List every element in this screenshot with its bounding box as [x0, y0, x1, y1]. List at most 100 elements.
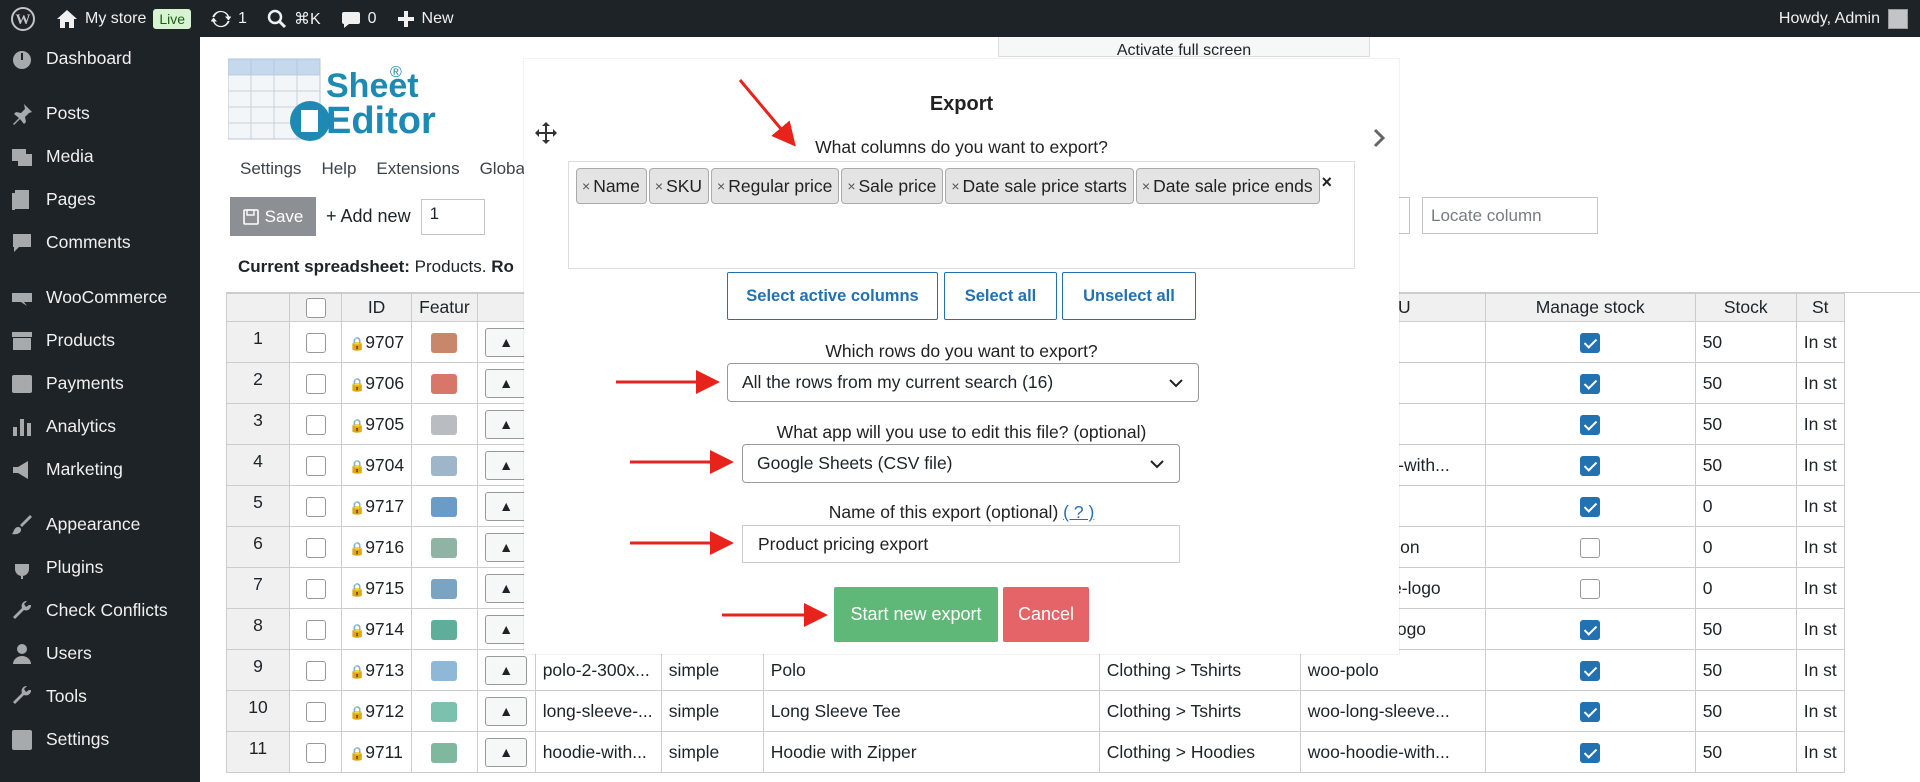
manage-stock-checkbox[interactable]	[1580, 742, 1601, 763]
sku-cell[interactable]: woo-hoodie-with...	[1299, 731, 1486, 773]
remove-tag-icon[interactable]: ×	[951, 178, 959, 194]
upload-icon[interactable]: ▲	[485, 491, 528, 521]
columns-select[interactable]: × Name × SKU × Regular price × Sale price × Date …	[568, 161, 1355, 269]
search-link[interactable]: ⌘K	[257, 0, 331, 37]
export-name-input[interactable]: Product pricing export	[742, 525, 1180, 563]
select-all-checkbox[interactable]	[305, 298, 326, 319]
upload-icon[interactable]: ▲	[485, 409, 528, 439]
manage-stock-checkbox[interactable]	[1580, 660, 1601, 681]
select-active-columns-button[interactable]: Select active columns	[727, 272, 938, 320]
sidebar-item-plugins[interactable]: Plugins	[0, 546, 200, 589]
status-cell[interactable]: In st	[1795, 608, 1845, 650]
status-cell[interactable]: In st	[1795, 321, 1845, 363]
sidebar-item-products[interactable]: Products	[0, 319, 200, 362]
cancel-button[interactable]: Cancel	[1003, 587, 1089, 642]
stock-cell[interactable]: 50	[1694, 731, 1797, 773]
status-cell[interactable]: In st	[1795, 403, 1845, 445]
remove-tag-icon[interactable]: ×	[847, 178, 855, 194]
row-checkbox[interactable]	[305, 414, 326, 435]
manage-stock-checkbox[interactable]	[1580, 496, 1601, 517]
add-new-count-input[interactable]: 1	[420, 198, 485, 235]
category-cell[interactable]: Clothing > Tshirts	[1098, 690, 1301, 732]
sidebar-item-dashboard[interactable]: Dashboard	[0, 37, 200, 80]
status-cell[interactable]: In st	[1795, 526, 1845, 568]
row-checkbox[interactable]	[305, 537, 326, 558]
row-checkbox[interactable]	[305, 578, 326, 599]
site-name-link[interactable]: My store Live	[46, 0, 201, 37]
stock-cell[interactable]: 50	[1694, 444, 1797, 486]
featured-image-cell[interactable]	[411, 403, 478, 445]
plugin-nav-item[interactable]: Extensions	[376, 159, 459, 179]
featured-image-cell[interactable]	[411, 649, 478, 691]
upload-icon[interactable]: ▲	[485, 614, 528, 644]
sidebar-item-media[interactable]: Media	[0, 135, 200, 178]
updates-link[interactable]: 1	[201, 0, 257, 37]
sidebar-item-pages[interactable]: Pages	[0, 178, 200, 221]
upload-icon[interactable]: ▲	[485, 655, 528, 685]
sidebar-item-tools[interactable]: Tools	[0, 675, 200, 718]
upload-icon[interactable]: ▲	[485, 532, 528, 562]
remove-tag-icon[interactable]: ×	[655, 178, 663, 194]
featured-image-cell[interactable]	[411, 444, 478, 486]
wordpress-logo-icon[interactable]: W	[0, 0, 46, 37]
stock-cell[interactable]: 0	[1694, 567, 1797, 609]
row-checkbox[interactable]	[305, 660, 326, 681]
file-cell[interactable]: polo-2-300x...	[534, 649, 662, 691]
row-checkbox[interactable]	[305, 455, 326, 476]
featured-image-cell[interactable]	[411, 731, 478, 773]
locate-column-input[interactable]: Locate column	[1422, 197, 1598, 234]
row-checkbox[interactable]	[305, 701, 326, 722]
sidebar-item-payments[interactable]: Payments	[0, 362, 200, 405]
row-checkbox[interactable]	[305, 332, 326, 353]
column-header[interactable]: ID	[340, 293, 413, 322]
sidebar-item-marketing[interactable]: Marketing	[0, 448, 200, 491]
help-link[interactable]: ( ? )	[1063, 502, 1094, 522]
upload-icon[interactable]: ▲	[485, 327, 528, 357]
sidebar-item-users[interactable]: Users	[0, 632, 200, 675]
comments-link[interactable]: 0	[331, 0, 387, 37]
sku-cell[interactable]: woo-polo	[1299, 649, 1486, 691]
stock-cell[interactable]: 50	[1694, 362, 1797, 404]
manage-stock-checkbox[interactable]	[1580, 578, 1601, 599]
featured-image-cell[interactable]	[411, 690, 478, 732]
featured-image-cell[interactable]	[411, 526, 478, 568]
remove-tag-icon[interactable]: ×	[717, 178, 725, 194]
stock-cell[interactable]: 50	[1694, 403, 1797, 445]
manage-stock-checkbox[interactable]	[1580, 332, 1601, 353]
column-header[interactable]: St	[1795, 293, 1845, 322]
featured-image-cell[interactable]	[411, 608, 478, 650]
status-cell[interactable]: In st	[1795, 690, 1845, 732]
row-checkbox[interactable]	[305, 619, 326, 640]
save-button[interactable]: Save	[230, 197, 316, 236]
column-header[interactable]	[289, 293, 342, 322]
stock-cell[interactable]: 50	[1694, 608, 1797, 650]
featured-image-cell[interactable]	[411, 485, 478, 527]
status-cell[interactable]: In st	[1795, 731, 1845, 773]
row-checkbox[interactable]	[305, 742, 326, 763]
featured-image-cell[interactable]	[411, 362, 478, 404]
upload-icon[interactable]: ▲	[485, 737, 528, 767]
stock-cell[interactable]: 0	[1694, 526, 1797, 568]
title-cell[interactable]: Long Sleeve Tee	[762, 690, 1100, 732]
file-cell[interactable]: long-sleeve-...	[534, 690, 662, 732]
upload-icon[interactable]: ▲	[485, 696, 528, 726]
manage-stock-checkbox[interactable]	[1580, 455, 1601, 476]
status-cell[interactable]: In st	[1795, 362, 1845, 404]
remove-tag-icon[interactable]: ×	[582, 178, 590, 194]
stock-cell[interactable]: 50	[1694, 690, 1797, 732]
title-cell[interactable]: Hoodie with Zipper	[762, 731, 1100, 773]
status-cell[interactable]: In st	[1795, 649, 1845, 691]
sidebar-item-appearance[interactable]: Appearance	[0, 503, 200, 546]
upload-icon[interactable]: ▲	[485, 450, 528, 480]
sku-cell[interactable]: woo-long-sleeve...	[1299, 690, 1486, 732]
account-menu[interactable]: Howdy, Admin	[1779, 0, 1908, 37]
sidebar-item-woocommerce[interactable]: WooCommerce	[0, 276, 200, 319]
sidebar-item-posts[interactable]: Posts	[0, 92, 200, 135]
row-checkbox[interactable]	[305, 373, 326, 394]
column-header[interactable]: Featur	[411, 293, 478, 322]
featured-image-cell[interactable]	[411, 567, 478, 609]
sidebar-item-settings[interactable]: Settings	[0, 718, 200, 761]
select-all-button[interactable]: Select all	[944, 272, 1057, 320]
stock-cell[interactable]: 0	[1694, 485, 1797, 527]
row-checkbox[interactable]	[305, 496, 326, 517]
